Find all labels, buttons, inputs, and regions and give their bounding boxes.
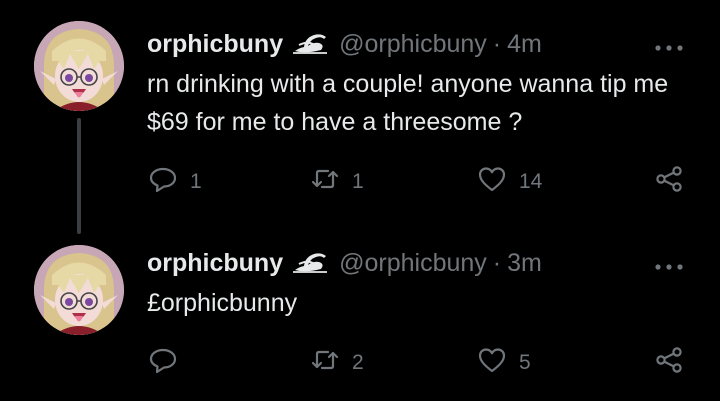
retweet-icon	[310, 164, 340, 200]
tweet-actions: 1 1 14	[0, 165, 720, 199]
swan-emoji-icon	[291, 33, 331, 55]
like-button[interactable]: 14	[477, 165, 542, 199]
display-name[interactable]: orphicbuny	[147, 30, 283, 59]
timestamp[interactable]: 4m	[507, 30, 542, 59]
tweet-text: £orphicbunny	[147, 289, 298, 317]
avatar[interactable]	[34, 21, 124, 111]
share-icon	[654, 345, 684, 381]
separator: ·	[492, 29, 502, 58]
heart-icon	[477, 345, 507, 381]
tweet-text: rn drinking with a couple! anyone wanna …	[147, 70, 669, 136]
avatar[interactable]	[34, 245, 124, 335]
timestamp[interactable]: 3m	[507, 249, 542, 278]
swan-emoji-icon	[291, 252, 331, 274]
reply-button[interactable]	[148, 346, 190, 380]
reply-icon	[148, 164, 178, 200]
reply-button[interactable]: 1	[148, 165, 202, 199]
like-button[interactable]: 5	[477, 346, 531, 380]
share-icon	[654, 164, 684, 200]
display-name[interactable]: orphicbuny	[147, 249, 283, 278]
tweet-header: orphicbuny @orphicbuny · 4m	[147, 27, 542, 61]
tweet[interactable]: orphicbuny @orphicbuny · 3m £orphicbunny	[0, 232, 720, 401]
retweet-button[interactable]: 1	[310, 165, 364, 199]
share-button[interactable]	[654, 165, 684, 199]
tweet-actions: 2 5	[0, 346, 720, 380]
like-count: 5	[519, 351, 531, 374]
tweet[interactable]: orphicbuny @orphicbuny · 4m rn drinking …	[0, 0, 720, 234]
share-button[interactable]	[654, 346, 684, 380]
separator: ·	[492, 248, 502, 277]
tweet-header: orphicbuny @orphicbuny · 3m	[147, 246, 542, 280]
reply-count: 1	[190, 170, 202, 193]
heart-icon	[477, 164, 507, 200]
like-count: 14	[519, 170, 543, 193]
more-options-icon[interactable]	[654, 259, 684, 270]
retweet-count: 1	[352, 170, 364, 193]
handle[interactable]: @orphicbuny	[339, 30, 487, 59]
retweet-count: 2	[352, 351, 364, 374]
handle[interactable]: @orphicbuny	[339, 249, 487, 278]
retweet-button[interactable]: 2	[310, 346, 364, 380]
more-options-icon[interactable]	[654, 40, 684, 51]
reply-icon	[148, 345, 178, 381]
retweet-icon	[310, 345, 340, 381]
